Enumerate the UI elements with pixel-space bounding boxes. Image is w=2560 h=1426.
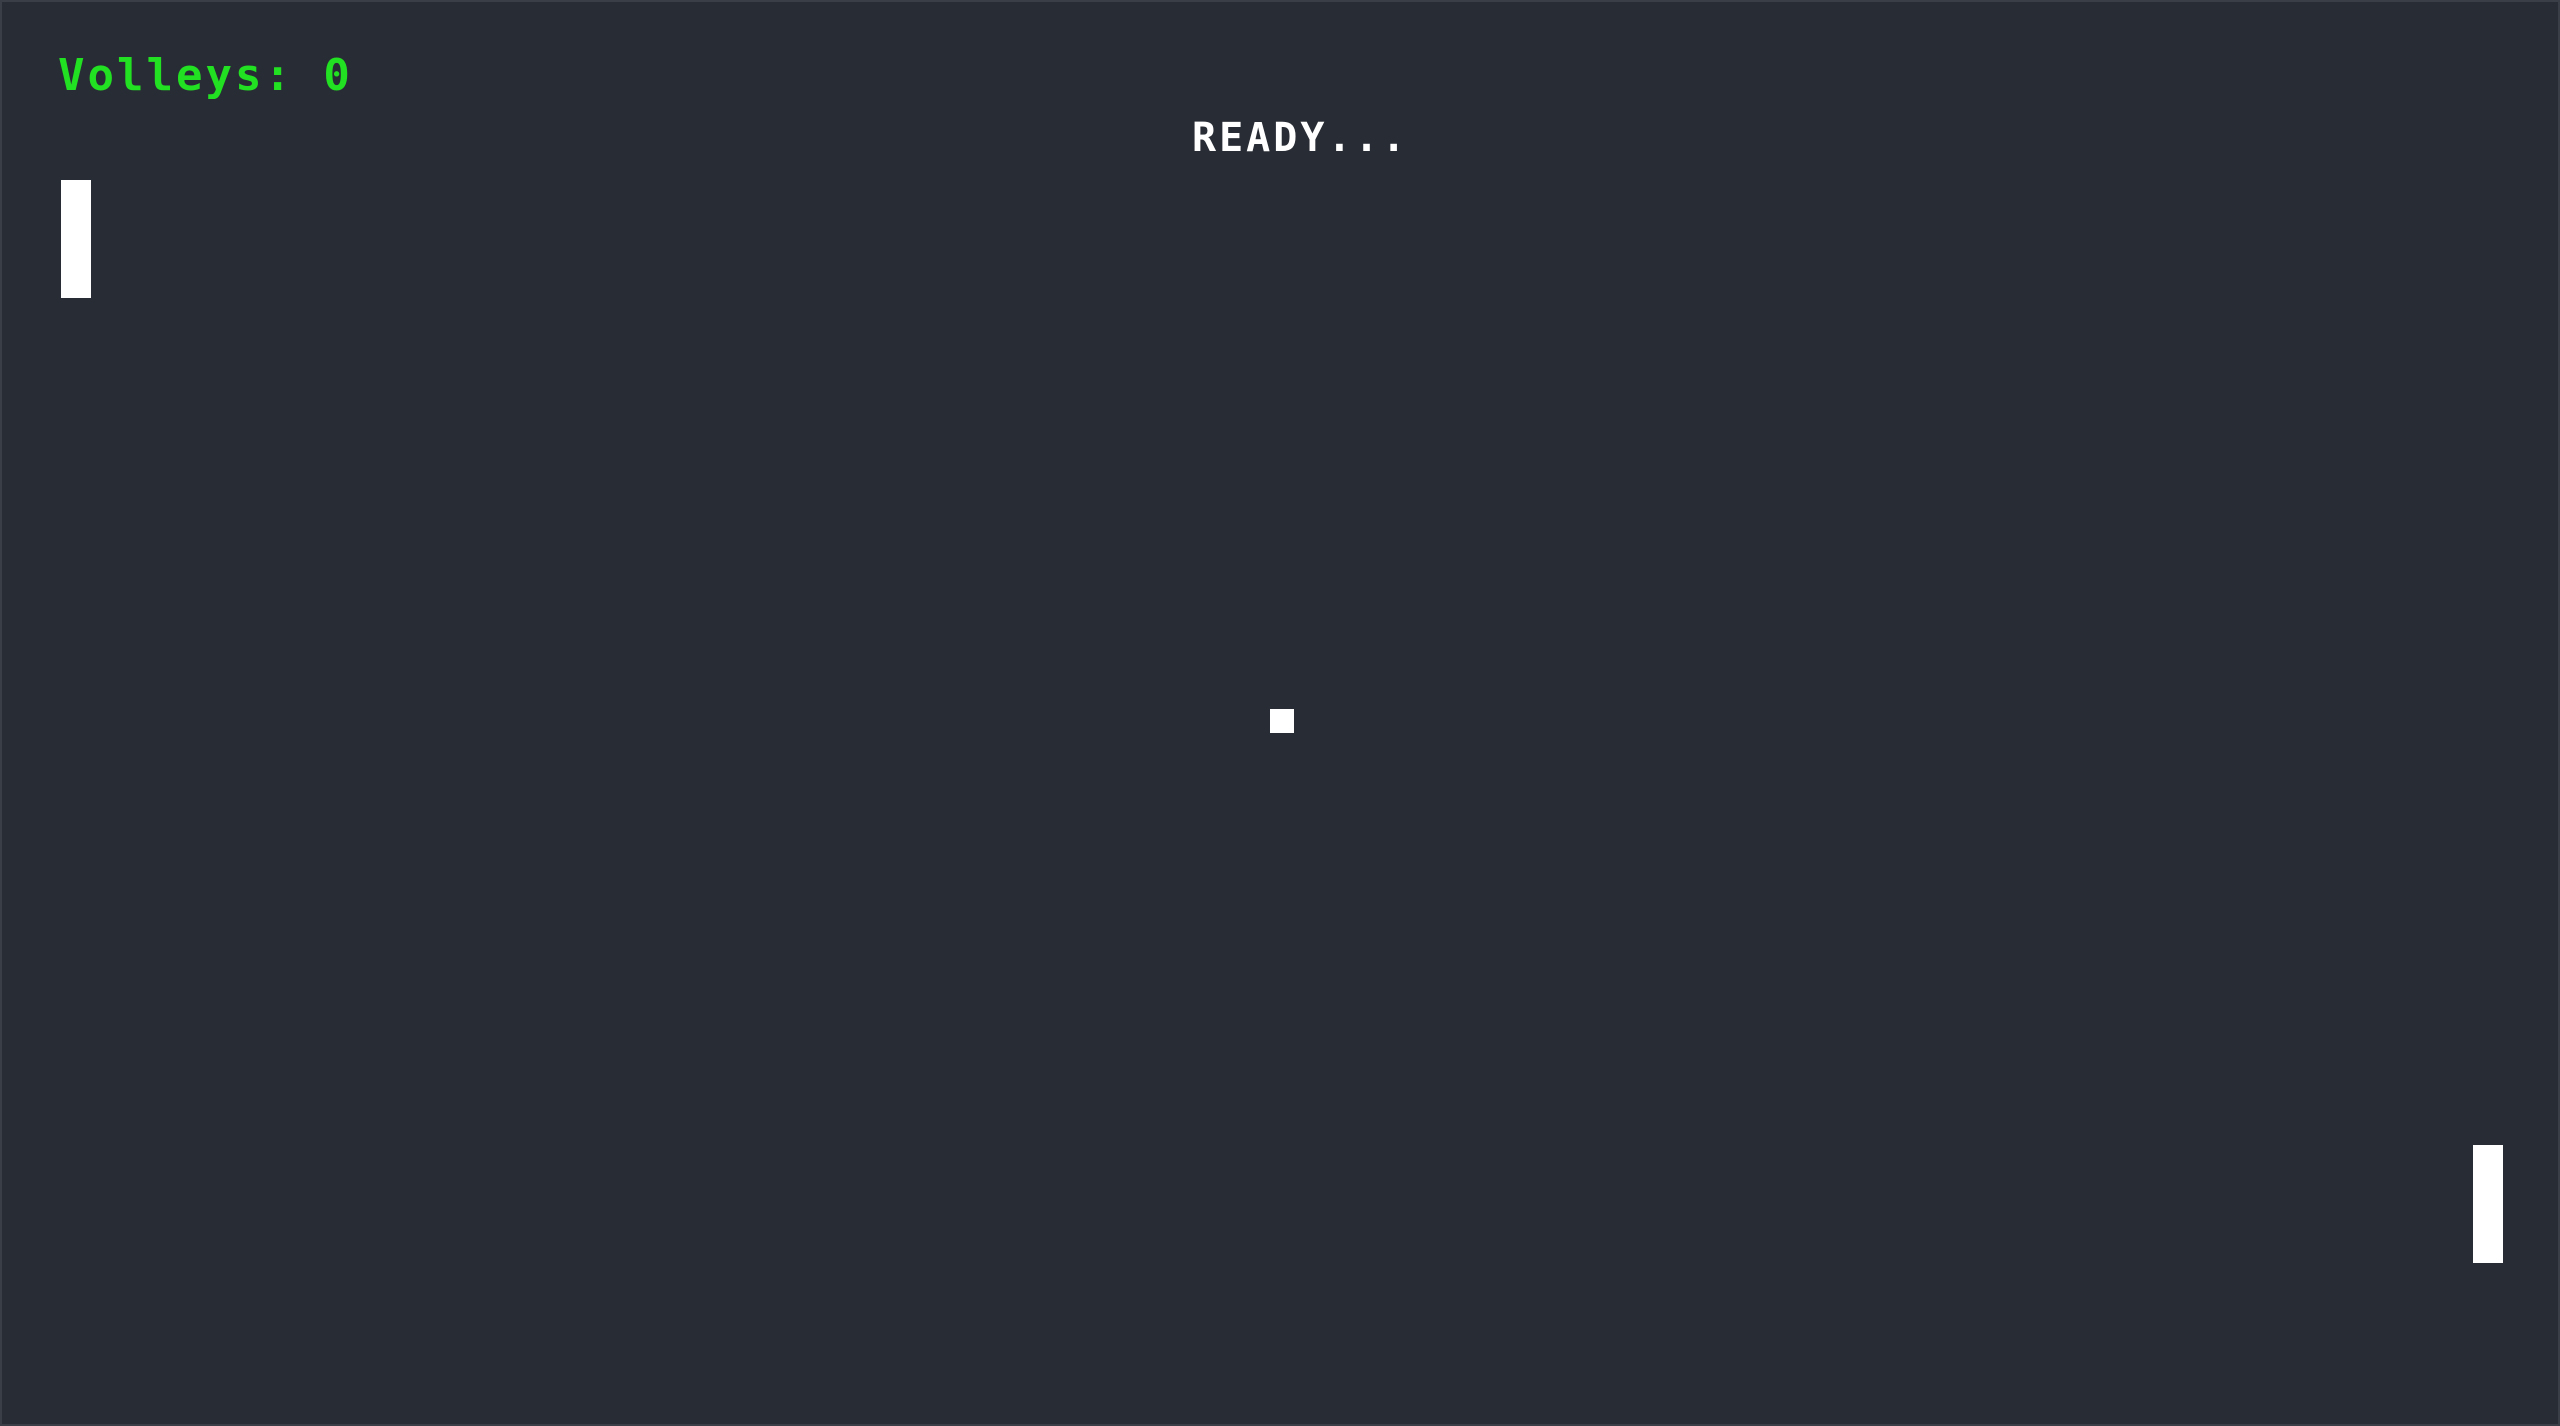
left-paddle[interactable] [61, 180, 91, 298]
right-paddle [2473, 1145, 2503, 1263]
game-canvas[interactable]: Volleys: 0 READY... [0, 0, 2560, 1426]
ball [1270, 709, 1294, 733]
volley-counter: Volleys: 0 [58, 50, 353, 101]
status-message: READY... [1192, 115, 1409, 161]
